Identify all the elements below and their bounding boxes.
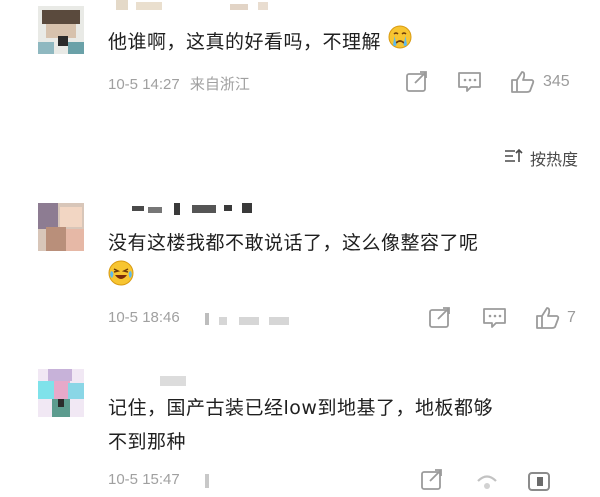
share-icon[interactable] <box>405 71 431 95</box>
comment-date: 10-5 15:47 <box>108 471 180 488</box>
avatar[interactable] <box>38 203 84 251</box>
comment-reply-icon[interactable] <box>474 471 500 495</box>
comment-text-line-2: 不到那种 <box>108 431 187 453</box>
share-icon[interactable] <box>420 469 446 493</box>
comment-emoji-line <box>108 260 570 297</box>
cropped-username <box>110 0 280 14</box>
crying-face-emoji-icon <box>388 25 412 60</box>
comment-reply-icon[interactable] <box>482 307 508 331</box>
username[interactable] <box>132 203 272 215</box>
avatar[interactable] <box>38 6 84 54</box>
sort-by-hot-button[interactable]: 按热度 <box>504 146 578 170</box>
location-redacted <box>205 313 295 325</box>
sort-icon <box>504 148 524 168</box>
comment-text: 他谁啊，这真的好看吗，不理解 <box>108 25 570 60</box>
like-icon[interactable] <box>526 469 552 493</box>
laughing-crying-emoji-icon <box>108 260 134 297</box>
like-count: 345 <box>543 73 570 90</box>
share-icon[interactable] <box>428 307 454 331</box>
comment-text: 没有这楼我都不敢说话了，这么像整容了呢 <box>108 226 570 297</box>
comment-meta: 10-5 15:47 <box>108 471 180 488</box>
comment-meta: 10-5 18:46 <box>108 309 180 326</box>
comment-text: 记住，国产古装已经low到地基了，地板都够 不到那种 <box>108 391 570 459</box>
like-count: 7 <box>567 309 576 326</box>
location-redacted <box>205 474 225 488</box>
comment-date: 10-5 14:27 <box>108 76 180 93</box>
username[interactable] <box>160 376 190 386</box>
like-icon[interactable] <box>510 70 536 94</box>
comment-reply-icon[interactable] <box>457 71 483 95</box>
like-icon[interactable] <box>535 306 561 330</box>
comment-meta: 10-5 14:27 来自浙江 <box>108 73 250 94</box>
comment-text-line-1: 记住，国产古装已经low到地基了，地板都够 <box>108 397 493 419</box>
comment-date: 10-5 18:46 <box>108 309 180 326</box>
comment-location: 来自浙江 <box>189 76 250 93</box>
sort-label: 按热度 <box>529 150 578 169</box>
comment-text-line-1: 没有这楼我都不敢说话了，这么像整容了呢 <box>108 232 479 254</box>
comment-text-content: 他谁啊，这真的好看吗，不理解 <box>108 31 382 53</box>
avatar[interactable] <box>38 369 84 417</box>
